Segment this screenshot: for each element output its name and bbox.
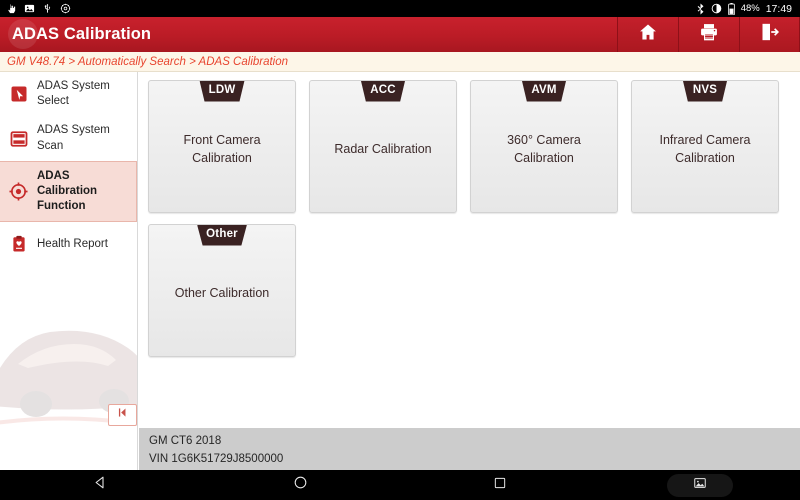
image-screenshot-icon — [693, 476, 707, 495]
nav-screenshot-button[interactable] — [667, 473, 733, 497]
home-icon — [638, 22, 658, 47]
vehicle-model: GM CT6 2018 — [149, 435, 222, 447]
sidebar-item-label: ADAS Calibration Function — [37, 169, 98, 213]
collapse-sidebar-button[interactable] — [108, 404, 137, 426]
home-button[interactable] — [617, 17, 678, 52]
main-content: LDW Front Camera Calibration ACC Radar C… — [139, 72, 800, 470]
print-button[interactable] — [678, 17, 739, 52]
settings-gear-icon — [60, 3, 71, 14]
android-nav-bar — [0, 470, 800, 500]
sidebar-item-health-report[interactable]: Health Report — [0, 222, 137, 266]
calibration-card-avm[interactable]: AVM 360° Camera Calibration — [470, 80, 618, 213]
calibration-card-acc[interactable]: ACC Radar Calibration — [309, 80, 457, 213]
calibration-card-other[interactable]: Other Other Calibration — [148, 224, 296, 357]
cursor-select-icon — [9, 85, 28, 104]
screenshot-image-icon — [24, 3, 35, 14]
usb-icon — [42, 3, 53, 14]
status-bar-left-icons — [6, 3, 71, 14]
breadcrumb-text: GM V48.74 > Automatically Search > ADAS … — [7, 55, 289, 68]
card-label: Radar Calibration — [334, 141, 432, 156]
nav-back-button[interactable] — [0, 475, 200, 495]
header-action-group — [617, 17, 800, 52]
card-badge: AVM — [522, 81, 566, 102]
calibration-card-nvs[interactable]: NVS Infrared Camera Calibration — [631, 80, 779, 213]
status-bar-clock: 17:49 — [765, 2, 792, 15]
calibration-card-grid: LDW Front Camera Calibration ACC Radar C… — [148, 80, 794, 357]
touch-pointer-icon — [6, 3, 17, 14]
card-badge: NVS — [683, 81, 727, 102]
battery-percent-label: 48% — [740, 3, 760, 14]
card-label: Infrared Camera Calibration — [659, 133, 751, 165]
page-title: ADAS Calibration — [12, 25, 152, 43]
bluetooth-icon — [696, 3, 705, 15]
collapse-left-icon — [116, 406, 129, 424]
brightness-contrast-icon — [711, 3, 722, 14]
sidebar-item-label: ADAS System Select — [37, 80, 110, 108]
circle-home-icon — [293, 475, 308, 495]
sidebar-item-adas-system-scan[interactable]: ADAS System Scan — [0, 116, 137, 160]
sidebar-item-label: Health Report — [37, 237, 108, 250]
card-badge: Other — [197, 225, 247, 246]
vehicle-vin: VIN 1G6K51729J8500000 — [149, 452, 284, 465]
nav-screenshot-slot — [600, 473, 800, 497]
sidebar-item-label: ADAS System Scan — [37, 124, 110, 152]
breadcrumb[interactable]: GM V48.74 > Automatically Search > ADAS … — [0, 52, 800, 72]
exit-door-icon — [760, 22, 780, 47]
system-scan-icon — [9, 129, 28, 148]
exit-button[interactable] — [739, 17, 800, 52]
android-status-bar: 48% 17:49 — [0, 0, 800, 17]
target-crosshair-icon — [9, 182, 28, 201]
card-label: Other Calibration — [174, 285, 270, 300]
tablet-screen: 48% 17:49 ADAS Calibration GM V48.74 > A… — [0, 0, 800, 500]
battery-icon — [727, 2, 735, 15]
square-recents-icon — [493, 476, 507, 495]
app-header: ADAS Calibration — [0, 17, 800, 52]
nav-recents-button[interactable] — [400, 476, 600, 495]
sidebar-item-adas-calibration-function[interactable]: ADAS Calibration Function — [0, 160, 137, 223]
card-label: Front Camera Calibration — [183, 133, 261, 165]
triangle-back-icon — [93, 475, 108, 495]
card-badge: ACC — [361, 81, 405, 102]
card-badge: LDW — [199, 81, 245, 102]
calibration-card-ldw[interactable]: LDW Front Camera Calibration — [148, 80, 296, 213]
vehicle-info-bar: GM CT6 2018 VIN 1G6K51729J8500000 — [139, 428, 800, 470]
status-bar-right-cluster: 48% 17:49 — [696, 2, 794, 15]
sidebar-item-adas-system-select[interactable]: ADAS System Select — [0, 72, 137, 116]
card-label: 360° Camera Calibration — [507, 133, 581, 165]
clipboard-health-icon — [9, 235, 28, 254]
printer-icon — [699, 22, 719, 47]
nav-home-button[interactable] — [200, 475, 400, 495]
